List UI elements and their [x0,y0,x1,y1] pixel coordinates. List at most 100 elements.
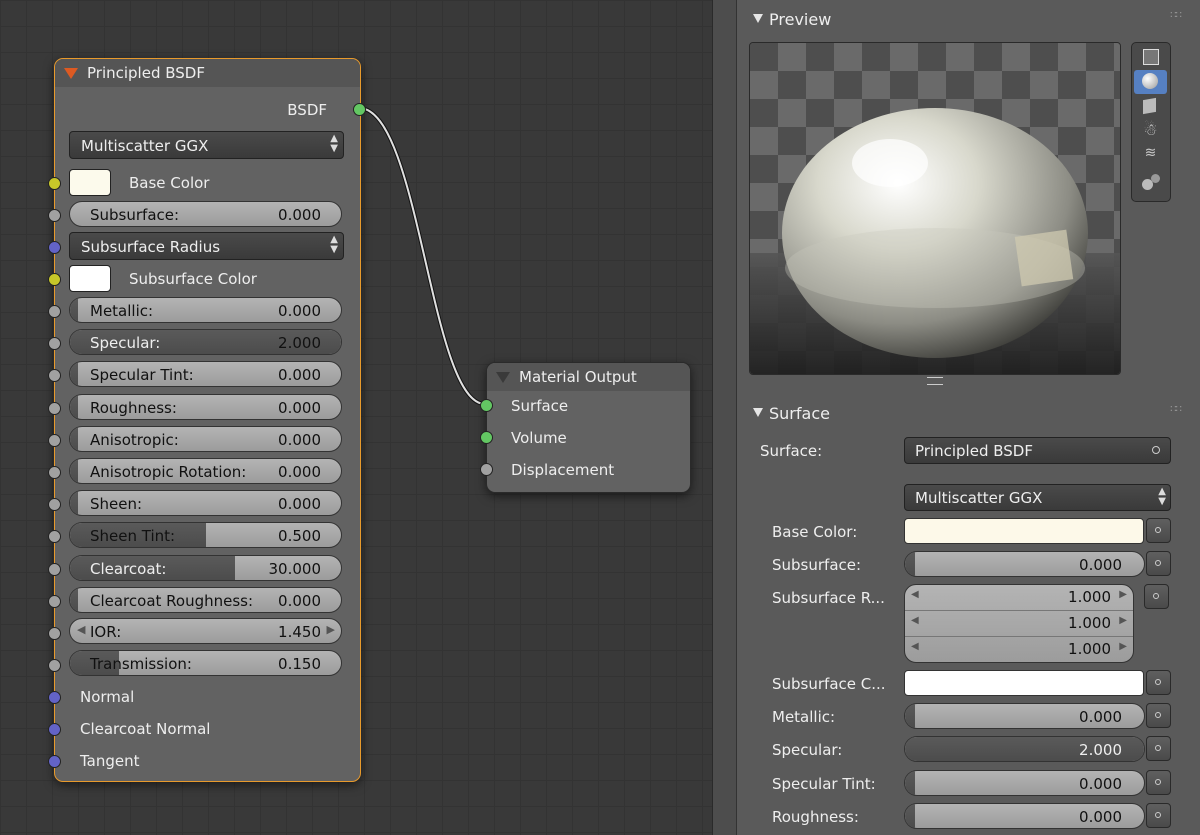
property-field[interactable]: 0.000 [904,802,1145,829]
increment-arrow-icon[interactable]: ▶ [327,623,335,636]
monkey-preview-button[interactable]: ☃ [1134,120,1167,144]
increment-arrow-icon[interactable]: ▶ [1119,641,1127,652]
param-socket[interactable] [48,337,61,351]
bsdf-output-socket[interactable] [353,103,366,116]
property-link-button[interactable] [1146,736,1171,762]
ior-socket[interactable] [48,627,61,640]
field-label: Specular: [90,334,161,353]
distribution-dropdown[interactable]: Multiscatter GGX ▲ ▼ [69,131,344,159]
param-field[interactable]: Sheen Tint: 0.500 [69,522,342,549]
cube-preview-button[interactable] [1134,95,1167,119]
subsurface-radius-socket[interactable] [48,241,61,254]
ior-field[interactable]: ◀ IOR: 1.450 ▶ [69,618,342,644]
param-field[interactable]: Anisotropic Rotation: 0.000 [69,458,342,484]
node-header[interactable]: Principled BSDF [55,59,360,87]
volume-socket[interactable] [480,431,493,444]
property-field[interactable]: 0.000 [904,769,1145,796]
node-editor[interactable]: Principled BSDF BSDF Multiscatter GGX ▲ ▼… [0,0,712,835]
tangent-socket[interactable] [48,755,61,768]
param-socket[interactable] [48,594,61,608]
panel-grip-icon[interactable]: ∷∷ [1170,404,1182,415]
subsurface-radius-dropdown[interactable]: Subsurface Radius ▲ ▼ [69,232,344,260]
surface-shader-select[interactable]: Principled BSDF [904,437,1171,464]
distribution-dropdown[interactable]: Multiscatter GGX ▲ ▼ [904,484,1171,511]
increment-arrow-icon[interactable]: ▶ [1119,615,1127,626]
param-field[interactable]: Clearcoat: 30.000 [69,554,342,581]
base-color-swatch[interactable] [904,518,1144,544]
param-field[interactable]: Roughness: 0.000 [69,393,342,420]
field-value: 0.000 [278,302,321,320]
base-color-link-button[interactable] [1146,518,1171,543]
property-link-button[interactable] [1146,802,1171,828]
param-socket[interactable] [48,433,61,447]
transmission-socket[interactable] [48,659,61,672]
volume-socket-label: Volume [511,429,567,447]
preview-panel-header[interactable]: Preview ∷∷ [737,6,1200,34]
field-value: 2.000 [1079,741,1122,760]
decrement-arrow-icon[interactable]: ◀ [911,615,919,626]
field-label: Roughness: [90,398,177,417]
subsurface-color-socket[interactable] [48,273,61,286]
sphere-preview-icon [1142,73,1158,89]
panel-grip-icon[interactable]: ∷∷ [1170,10,1182,21]
clearcoat-normal-socket[interactable] [48,723,61,736]
surface-panel-header[interactable]: Surface ∷∷ [737,400,1200,428]
decrement-arrow-icon[interactable]: ◀ [77,623,85,636]
param-field[interactable]: Sheen: 0.000 [69,490,342,517]
base-color-swatch[interactable] [69,169,111,196]
collapse-triangle-icon [753,14,763,23]
param-socket[interactable] [48,466,61,479]
resize-grip-icon[interactable] [927,377,943,385]
param-field[interactable]: Specular: 2.000 [69,329,342,356]
param-socket[interactable] [48,369,61,383]
hair-preview-button[interactable]: ≋ [1134,145,1167,169]
principled-bsdf-node[interactable]: Principled BSDF BSDF Multiscatter GGX ▲ ▼… [48,58,366,782]
subsurface-radius-link-button[interactable] [1144,584,1169,609]
base-color-socket[interactable] [48,177,61,190]
collapse-triangle-icon[interactable] [496,371,510,383]
param-socket[interactable] [48,498,61,512]
node-header[interactable]: Material Output [487,363,690,391]
surface-socket-label: Surface [511,397,569,415]
subsurface-color-link-button[interactable] [1146,670,1171,695]
collapse-triangle-icon[interactable] [64,67,78,79]
displacement-socket[interactable] [480,463,493,476]
param-field[interactable]: Specular Tint: 0.000 [69,361,342,388]
radius-y-field[interactable]: ◀ 1.000 ▶ [905,611,1133,637]
param-field[interactable]: Clearcoat Roughness: 0.000 [69,586,342,613]
panel-title: Preview [769,10,832,29]
transmission-field[interactable]: Transmission: 0.150 [69,650,342,676]
subsurface-link-button[interactable] [1146,551,1171,576]
property-field[interactable]: 0.000 [904,703,1145,729]
field-label: Clearcoat: [90,559,167,578]
subsurface-socket[interactable] [48,209,61,222]
subsurface-field[interactable]: Subsurface: 0.000 [69,201,342,227]
increment-arrow-icon[interactable]: ▶ [1119,589,1127,600]
collapse-triangle-icon [753,408,763,417]
decrement-arrow-icon[interactable]: ◀ [911,589,919,600]
sphere-cluster-preview-button[interactable] [1134,171,1167,195]
surface-socket[interactable] [480,399,493,412]
subsurface-color-swatch[interactable] [69,265,111,292]
normal-socket[interactable] [48,691,61,704]
param-socket[interactable] [48,401,61,415]
param-socket[interactable] [48,530,61,544]
material-output-node[interactable]: Material Output Surface Volume Displacem… [480,362,691,493]
param-field[interactable]: Metallic: 0.000 [69,297,342,323]
property-link-button[interactable] [1146,703,1171,728]
decrement-arrow-icon[interactable]: ◀ [911,641,919,652]
subsurface-color-swatch[interactable] [904,670,1144,696]
param-field[interactable]: Anisotropic: 0.000 [69,425,342,452]
radius-x-field[interactable]: ◀ 1.000 ▶ [905,585,1133,611]
subsurface-field[interactable]: 0.000 [904,551,1145,577]
property-field[interactable]: 2.000 [904,736,1145,763]
plane-preview-button[interactable] [1134,45,1167,69]
property-link-button[interactable] [1146,769,1171,795]
property-label: Specular Tint: [772,774,876,793]
param-socket[interactable] [48,562,61,576]
param-socket[interactable] [48,305,61,318]
sphere-preview-button[interactable] [1134,70,1167,94]
radius-z-field[interactable]: ◀ 1.000 ▶ [905,637,1133,662]
area-divider[interactable] [712,0,737,835]
hair-preview-icon: ≋ [1144,145,1157,161]
